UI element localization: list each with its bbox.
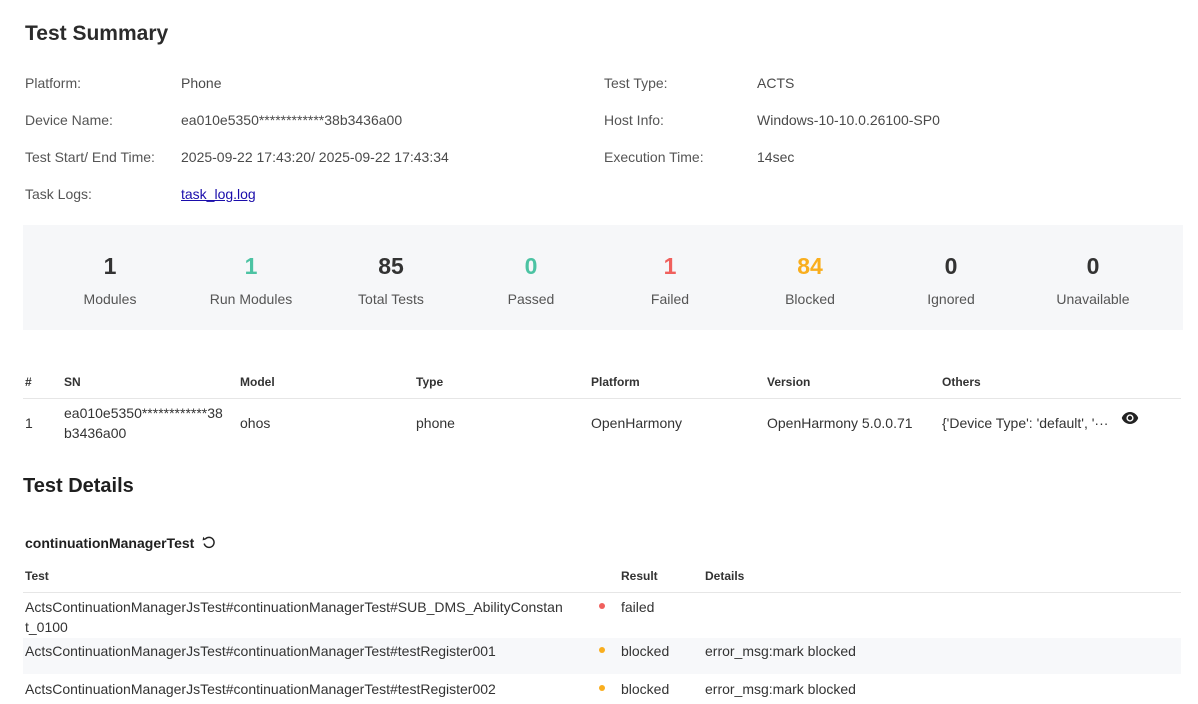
task-logs-label: Task Logs:: [25, 186, 92, 202]
refresh-icon[interactable]: [202, 535, 216, 549]
test-details-title: Test Details: [23, 475, 134, 497]
status-dot: [599, 685, 605, 691]
status-dot: [599, 647, 605, 653]
stat-label: Blocked: [785, 291, 835, 307]
page-title: Test Summary: [25, 22, 169, 45]
device-sn-line1: ea010e5350************38: [64, 405, 223, 421]
device-type: phone: [416, 415, 455, 431]
module-title: continuationManagerTest: [25, 535, 216, 551]
device-name-label: Device Name:: [25, 112, 113, 128]
stat-value: 84: [797, 253, 823, 279]
stat-label: Unavailable: [1056, 291, 1130, 307]
test-name: ActsContinuationManagerJsTest#continuati…: [25, 643, 496, 659]
device-model: ohos: [240, 415, 271, 431]
stat-value: 1: [244, 253, 258, 279]
task-log-link[interactable]: task_log.log: [181, 186, 256, 202]
column-header-sn: SN: [64, 375, 81, 389]
status-dot: [599, 603, 605, 609]
device-version: OpenHarmony 5.0.0.71: [767, 415, 913, 431]
test-result: failed: [621, 599, 655, 615]
stat-value: 0: [944, 253, 958, 279]
test-time-label: Test Start/ End Time:: [25, 149, 155, 165]
column-header-platform: Platform: [591, 375, 640, 389]
stat-label: Modules: [83, 291, 137, 307]
test-time-value: 2025-09-22 17:43:20/ 2025-09-22 17:43:34: [181, 149, 449, 165]
device-sn-line2: b3436a00: [64, 425, 127, 441]
column-header-version: Version: [767, 375, 811, 389]
column-header-others: Others: [942, 375, 981, 389]
platform-value: Phone: [181, 75, 222, 91]
test-type-value: ACTS: [757, 75, 795, 91]
stat-label: Failed: [650, 291, 690, 307]
execution-time-value: 14sec: [757, 149, 795, 165]
test-name: ActsContinuationManagerJsTest#continuati…: [25, 681, 496, 697]
device-platform: OpenHarmony: [591, 415, 683, 431]
device-others: {'Device Type': 'default', '···: [942, 415, 1109, 431]
stat-label: Run Modules: [209, 291, 293, 307]
stat-value: 0: [524, 253, 538, 279]
device-name-value: ea010e5350************38b3436a00: [181, 112, 403, 128]
test-result: blocked: [621, 643, 670, 659]
stat-label: Ignored: [927, 291, 975, 307]
column-header-details: Details: [705, 569, 745, 583]
column-header-result: Result: [621, 569, 658, 583]
test-details: error_msg:mark blocked: [705, 643, 856, 659]
test-details: error_msg:mark blocked: [705, 681, 856, 697]
test-name-line2: t_0100: [25, 619, 68, 635]
eye-icon[interactable]: [1121, 411, 1139, 425]
stat-value: 85: [378, 253, 404, 279]
stat-value: 0: [1086, 253, 1100, 279]
test-name-line1: ActsContinuationManagerJsTest#continuati…: [25, 599, 563, 615]
platform-label: Platform:: [25, 75, 82, 91]
host-info-value: Windows-10-10.0.26100-SP0: [757, 112, 940, 128]
report-page: Test Summary Platform: Phone Device Name…: [0, 0, 1198, 704]
device-index: 1: [25, 415, 33, 431]
stat-value: 1: [663, 253, 677, 279]
stats-panel: 1 Modules 1 Run Modules 85 Total Tests 0…: [23, 225, 1183, 330]
header-divider: [23, 592, 1181, 593]
column-header-index: #: [25, 375, 32, 389]
module-name: continuationManagerTest: [25, 535, 195, 551]
column-header-model: Model: [240, 375, 275, 389]
host-info-label: Host Info:: [604, 112, 664, 128]
column-header-type: Type: [416, 375, 444, 389]
column-header-test: Test: [25, 569, 49, 583]
stat-label: Passed: [507, 291, 555, 307]
stat-label: Total Tests: [358, 291, 424, 307]
test-type-label: Test Type:: [604, 75, 668, 91]
stat-value: 1: [103, 253, 117, 279]
header-divider: [23, 398, 1181, 399]
test-result: blocked: [621, 681, 670, 697]
execution-time-label: Execution Time:: [604, 149, 704, 165]
